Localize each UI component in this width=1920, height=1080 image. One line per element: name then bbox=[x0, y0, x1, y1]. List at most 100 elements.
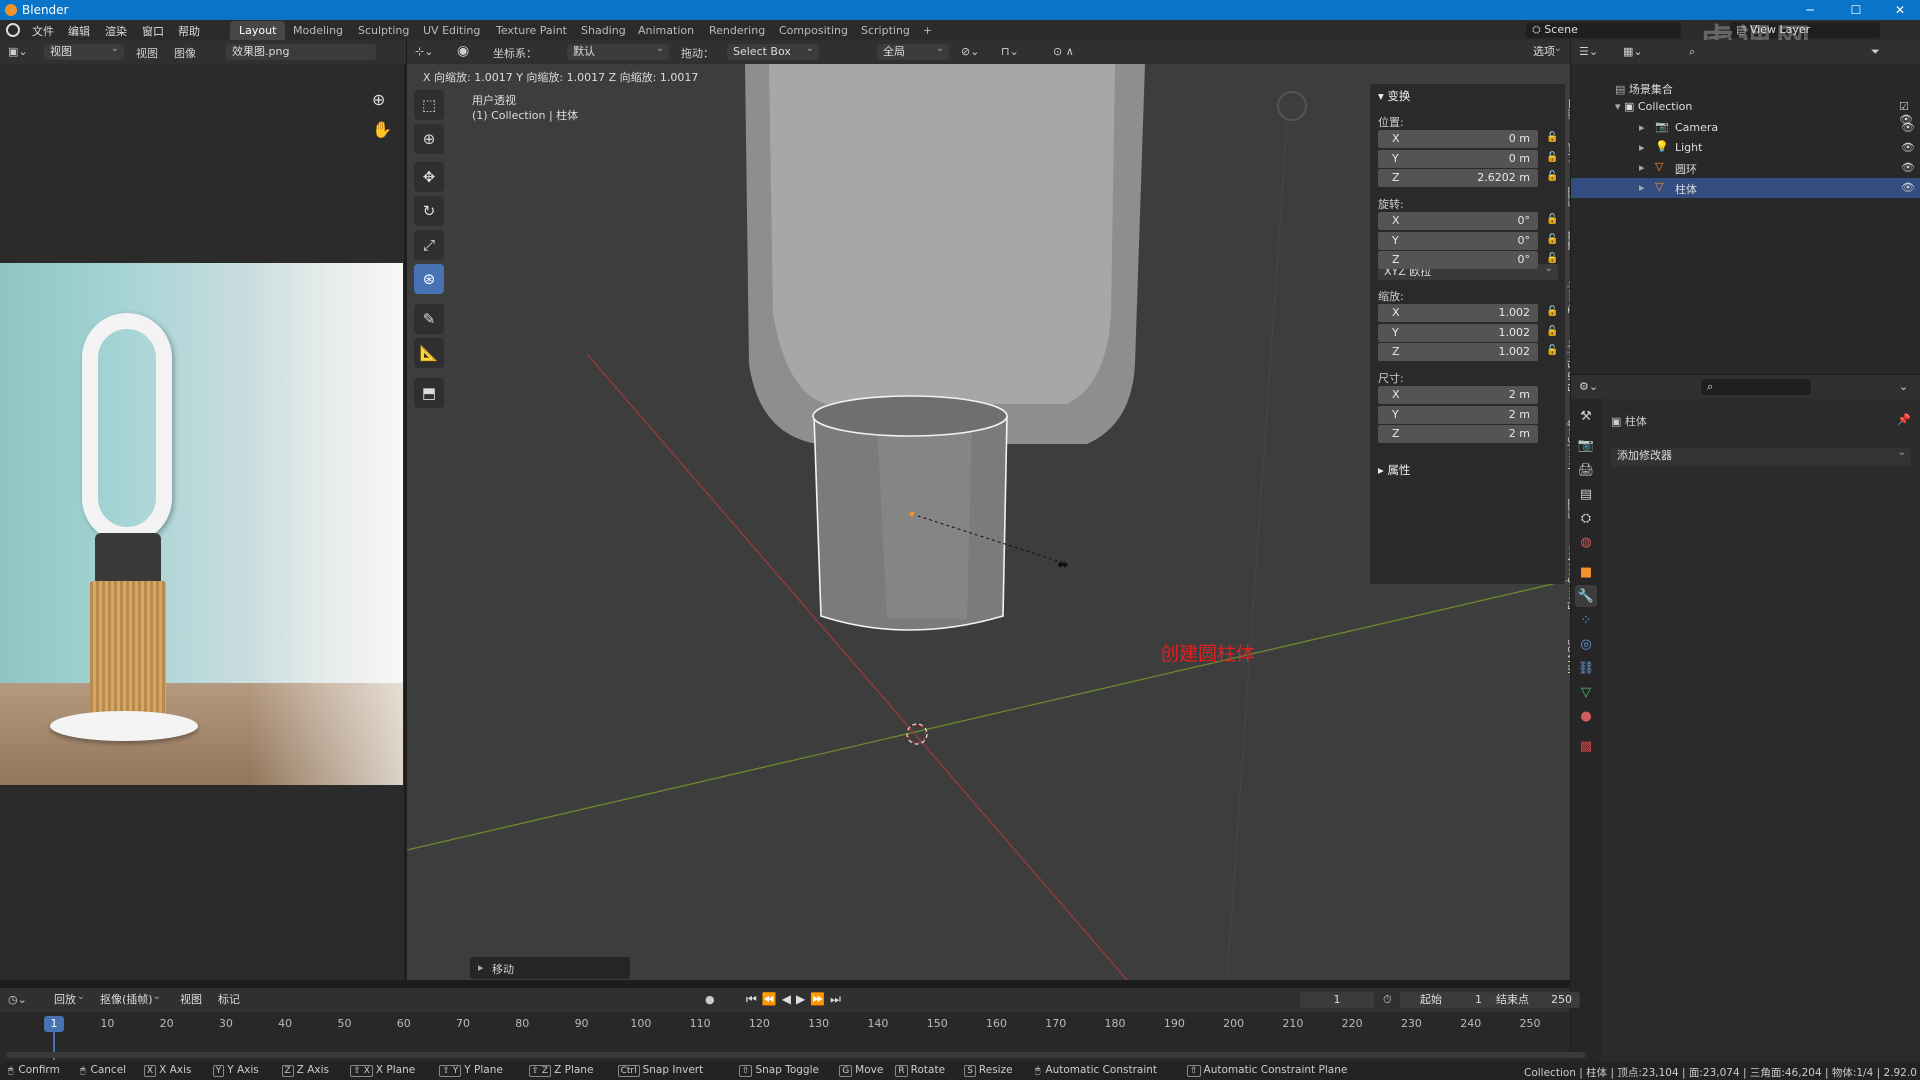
location-x-field[interactable]: X 0 m bbox=[1378, 130, 1538, 148]
workspace-tab[interactable]: Compositing bbox=[770, 21, 857, 40]
image-menu-image[interactable]: 图像 bbox=[174, 45, 196, 61]
scale-x-field[interactable]: X 1.002 bbox=[1378, 304, 1538, 322]
image-name-field[interactable]: 效果图.png bbox=[226, 44, 376, 60]
navigation-gizmo[interactable] bbox=[1277, 91, 1307, 121]
image-view-dropdown[interactable]: 视图 bbox=[44, 41, 124, 60]
search-icon[interactable]: ⌕ bbox=[1689, 45, 1695, 59]
measure-tool-icon[interactable]: 📐 bbox=[414, 338, 444, 368]
render-tab-icon[interactable]: 📷 bbox=[1575, 434, 1597, 456]
dims-z-field[interactable]: Z 2 m bbox=[1378, 425, 1538, 443]
visibility-eye-icon[interactable]: 👁 bbox=[1901, 121, 1915, 134]
workspace-tab[interactable]: Scripting bbox=[852, 21, 919, 40]
constraints-tab-icon[interactable]: ⛓ bbox=[1575, 657, 1597, 679]
timeline-menu[interactable]: 标记 bbox=[212, 992, 246, 1008]
cursor-tool-icon[interactable]: ⊕ bbox=[414, 124, 444, 154]
particles-tab-icon[interactable]: ⁘ bbox=[1575, 609, 1597, 631]
transform-pivot-dropdown[interactable]: 全局 bbox=[877, 41, 949, 60]
view-layer-tab-icon[interactable]: ▤ bbox=[1575, 483, 1597, 505]
rotation-x-field[interactable]: X 0° bbox=[1378, 212, 1538, 230]
lock-icon[interactable]: 🔓 bbox=[1546, 152, 1558, 163]
viewport-editor-type-icon[interactable]: ⊹⌄ bbox=[415, 45, 433, 58]
collection-row[interactable]: ▾ ▣ Collection ☑ 👁 bbox=[1615, 100, 1915, 126]
scale-tool-icon[interactable]: ⤢ bbox=[414, 230, 444, 260]
sidebar-tab[interactable]: 项目 bbox=[1567, 89, 1570, 129]
lock-icon[interactable]: 🔓 bbox=[1546, 171, 1558, 182]
operator-redo-panel[interactable]: ▸ 移动 bbox=[470, 957, 630, 979]
object-tab-icon[interactable]: ■ bbox=[1575, 561, 1597, 583]
scale-y-field[interactable]: Y 1.002 bbox=[1378, 323, 1538, 342]
lock-icon[interactable]: 🔓 bbox=[1546, 132, 1558, 143]
workspace-tab[interactable]: + bbox=[914, 21, 941, 40]
workspace-tab[interactable]: Modeling bbox=[284, 21, 352, 40]
workspace-tab[interactable]: Texture Paint bbox=[487, 21, 576, 40]
pin-icon[interactable]: 📌 bbox=[1897, 413, 1911, 426]
expand-arrow-icon[interactable]: ▸ bbox=[1639, 161, 1645, 174]
rotate-tool-icon[interactable]: ↻ bbox=[414, 196, 444, 226]
preview-range-icon[interactable]: ⏱ bbox=[1383, 993, 1392, 1007]
dims-y-field[interactable]: Y 2 m bbox=[1378, 405, 1538, 424]
lock-icon[interactable]: 🔓 bbox=[1546, 253, 1558, 264]
world-tab-icon[interactable]: ◍ bbox=[1575, 531, 1597, 553]
timeline-scrollbar[interactable] bbox=[6, 1052, 1586, 1058]
menu-item[interactable]: 渲染 bbox=[105, 23, 127, 39]
proportional-edit-icon[interactable]: ⊙ ∧ bbox=[1053, 45, 1074, 58]
coord-system-dropdown[interactable]: 默认 bbox=[567, 41, 669, 60]
lock-icon[interactable]: 🔓 bbox=[1546, 345, 1558, 356]
scale-z-field[interactable]: Z 1.002 bbox=[1378, 343, 1538, 361]
sidebar-tab[interactable]: 编辑 bbox=[1567, 221, 1570, 261]
menu-item[interactable]: 编辑 bbox=[68, 23, 90, 39]
3d-viewport[interactable]: ⬌ X 向缩放: 1.0017 Y 向缩放: 1.0017 Z 向缩放: 1.0… bbox=[407, 64, 1570, 980]
rotation-y-field[interactable]: Y 0° bbox=[1378, 231, 1538, 250]
editor-type-icon[interactable]: ▣⌄ bbox=[8, 45, 28, 58]
properties-options-icon[interactable]: ⌄ bbox=[1899, 380, 1908, 393]
outliner-row[interactable]: ▸ ▽ 柱体 👁 bbox=[1571, 178, 1920, 198]
image-editor-area[interactable]: ⊕ ✋ bbox=[0, 64, 404, 980]
sidebar-tab[interactable]: 视图 bbox=[1567, 489, 1570, 529]
properties-editor-type-icon[interactable]: ⚙⌄ bbox=[1579, 380, 1598, 393]
location-z-field[interactable]: Z 2.6202 m bbox=[1378, 169, 1538, 187]
magnet-icon[interactable]: ⊓⌄ bbox=[1001, 45, 1019, 58]
outliner-row[interactable]: ▸ 📷 Camera 👁 bbox=[1571, 118, 1920, 138]
sidebar-tab[interactable]: 视图 bbox=[1567, 177, 1570, 217]
select-box-tool-icon[interactable]: ⬚ bbox=[414, 90, 444, 120]
timeline-area[interactable]: 1 10 20 30 40 50 60 70 80 90 100 110 120 130 140 150 160… bbox=[0, 1012, 1586, 1062]
scene-tab-icon[interactable]: ⛭ bbox=[1575, 507, 1597, 529]
options-dropdown[interactable]: 选项 bbox=[1527, 41, 1567, 60]
sidebar-tab[interactable]: FLIP Fluids bbox=[1567, 331, 1570, 401]
output-tab-icon[interactable]: 🖨 bbox=[1575, 459, 1597, 481]
menu-item[interactable]: 文件 bbox=[32, 23, 54, 39]
timeline-menu[interactable]: 回放 bbox=[48, 989, 90, 1008]
object-mode-icon[interactable]: ◉ bbox=[457, 43, 469, 59]
blender-menu-icon[interactable] bbox=[6, 23, 20, 37]
playback-controls[interactable]: ⏮⏪◀▶⏩⏭ bbox=[746, 992, 846, 1007]
texture-tab-icon[interactable]: ▩ bbox=[1575, 735, 1597, 757]
current-frame-field[interactable]: 1 bbox=[1300, 992, 1374, 1008]
timeline-menu[interactable]: 抠像(插帧) bbox=[94, 989, 166, 1008]
zoom-icon[interactable]: ⊕ bbox=[372, 90, 385, 109]
scene-selector[interactable]: ⛭ Scene bbox=[1526, 22, 1681, 38]
sidebar-tab[interactable]: Flow Creator bbox=[1567, 533, 1570, 623]
sidebar-tab[interactable]: Terrain bbox=[1567, 265, 1570, 327]
workspace-tab[interactable]: Animation bbox=[629, 21, 703, 40]
close-icon[interactable]: ✕ bbox=[1880, 0, 1920, 20]
location-y-field[interactable]: Y 0 m bbox=[1378, 149, 1538, 168]
add-modifier-dropdown[interactable]: 添加修改器 bbox=[1611, 445, 1911, 466]
record-icon[interactable]: ● bbox=[705, 993, 715, 1006]
annotate-tool-icon[interactable]: ✎ bbox=[414, 304, 444, 334]
tool-tab-icon[interactable]: ⚒ bbox=[1575, 405, 1597, 427]
transform-tool-icon[interactable]: ⊛ bbox=[414, 264, 444, 294]
material-tab-icon[interactable]: ● bbox=[1575, 705, 1597, 727]
expand-arrow-icon[interactable]: ▸ bbox=[1639, 181, 1645, 194]
dims-x-field[interactable]: X 2 m bbox=[1378, 386, 1538, 404]
workspace-tab[interactable]: Layout bbox=[230, 21, 286, 40]
outliner-row[interactable]: ▸ 💡 Light 👁 bbox=[1571, 138, 1920, 158]
filter-icon[interactable]: ⏷ bbox=[1871, 45, 1880, 59]
lock-icon[interactable]: 🔓 bbox=[1546, 234, 1558, 245]
sidebar-tab[interactable]: JewelCraft bbox=[1567, 405, 1570, 485]
visibility-eye-icon[interactable]: 👁 bbox=[1901, 161, 1915, 174]
lock-icon[interactable]: 🔓 bbox=[1546, 306, 1558, 317]
menu-item[interactable]: 窗口 bbox=[142, 23, 164, 39]
workspace-tab[interactable]: UV Editing bbox=[414, 21, 489, 40]
sidebar-tab[interactable]: 工具 bbox=[1567, 133, 1570, 173]
modifier-tab-icon[interactable]: 🔧 bbox=[1575, 585, 1597, 607]
